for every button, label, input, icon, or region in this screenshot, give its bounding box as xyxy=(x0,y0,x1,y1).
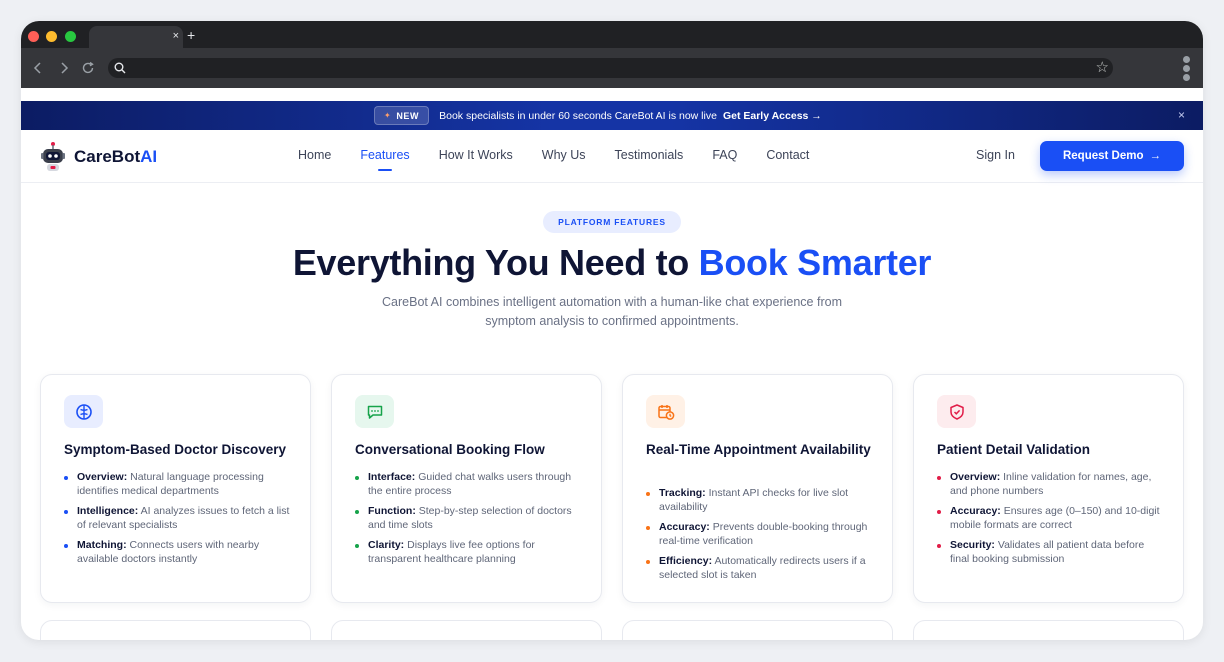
section-pill: PLATFORM FEATURES xyxy=(543,211,681,233)
new-badge-label: NEW xyxy=(396,110,420,121)
bullet-icon xyxy=(646,492,650,496)
feature-list-item: Efficiency: Automatically redirects user… xyxy=(646,555,874,582)
site-header: CareBotAI Home Features How It Works Why… xyxy=(21,130,1203,183)
feature-card: Symptom-Based Doctor Discovery Overview: … xyxy=(40,374,311,603)
feature-item-key: Intelligence: xyxy=(77,505,139,517)
feature-list-item: Tracking: Instant API checks for live sl… xyxy=(646,487,874,514)
browser-window: × + ☆ ✦ NEW Book specialists in under 60… xyxy=(21,21,1203,640)
feature-card-partial xyxy=(40,620,311,640)
bullet-icon xyxy=(64,476,68,480)
feature-list-item: Interface: Guided chat walks users throu… xyxy=(355,471,583,498)
logo[interactable]: CareBotAI xyxy=(39,141,157,173)
early-access-link[interactable]: Get Early Access → xyxy=(723,110,822,122)
feature-item-key: Overview: xyxy=(950,471,1001,483)
feature-card-partial xyxy=(913,620,1184,640)
feature-list: Overview: Natural language processing id… xyxy=(64,471,292,573)
arrow-right-icon: → xyxy=(1149,150,1162,162)
nav-faq[interactable]: FAQ xyxy=(712,148,737,162)
browser-toolbar: ☆ xyxy=(21,48,1203,88)
feature-item-key: Tracking: xyxy=(659,487,706,499)
feature-list-item: Clarity: Displays live fee options for t… xyxy=(355,539,583,566)
tab-strip: × + xyxy=(21,21,1203,48)
bullet-icon xyxy=(355,510,359,514)
feature-item-key: Efficiency: xyxy=(659,555,713,567)
feature-item-key: Matching: xyxy=(77,539,127,551)
bullet-icon xyxy=(646,560,650,564)
main-nav: Home Features How It Works Why Us Testim… xyxy=(298,148,838,171)
feature-item-key: Function: xyxy=(368,505,416,517)
feature-list-item: Matching: Connects users with nearby ava… xyxy=(64,539,292,566)
feature-list: Tracking: Instant API checks for live sl… xyxy=(646,487,874,589)
bullet-icon xyxy=(355,544,359,548)
page-title: Everything You Need to Book Smarter xyxy=(292,242,932,283)
nav-contact[interactable]: Contact xyxy=(766,148,809,162)
nav-testimonials[interactable]: Testimonials xyxy=(615,148,684,162)
bullet-icon xyxy=(937,476,941,480)
feature-item-key: Accuracy: xyxy=(950,505,1001,517)
nav-how-it-works[interactable]: How It Works xyxy=(439,148,513,162)
bullet-icon xyxy=(937,544,941,548)
feature-card: Conversational Booking Flow Interface: Gu… xyxy=(331,374,602,603)
feature-item-key: Overview: xyxy=(77,471,128,483)
request-demo-button[interactable]: Request Demo → xyxy=(1040,141,1184,171)
viewport-top xyxy=(21,88,1203,101)
brain-icon xyxy=(64,395,103,428)
bullet-icon xyxy=(64,510,68,514)
minimize-window-button[interactable] xyxy=(46,31,57,42)
feature-list: Overview: Inline validation for names, a… xyxy=(937,471,1165,573)
party-icon: ✦ xyxy=(384,111,392,120)
feature-card-partial xyxy=(331,620,602,640)
address-bar[interactable]: ☆ xyxy=(108,58,1113,78)
maximize-window-button[interactable] xyxy=(65,31,76,42)
chat-icon xyxy=(355,395,394,428)
feature-list-item: Overview: Natural language processing id… xyxy=(64,471,292,498)
logo-text: CareBotAI xyxy=(74,147,158,166)
reload-icon[interactable] xyxy=(80,60,96,76)
feature-card-title: Patient Detail Validation xyxy=(937,442,1091,457)
feature-list: Interface: Guided chat walks users throu… xyxy=(355,471,583,573)
feature-list-item: Function: Step-by-step selection of doct… xyxy=(355,505,583,532)
feature-card: Real-Time Appointment Availability Tracki… xyxy=(622,374,893,603)
banner-close-icon[interactable]: × xyxy=(1178,108,1185,122)
nav-why-us[interactable]: Why Us xyxy=(542,148,586,162)
bullet-icon xyxy=(937,510,941,514)
announcement-banner: ✦ NEW Book specialists in under 60 secon… xyxy=(21,101,1203,130)
feature-item-key: Accuracy: xyxy=(659,521,710,533)
feature-card-title: Real-Time Appointment Availability xyxy=(646,442,871,457)
feature-list-item: Overview: Inline validation for names, a… xyxy=(937,471,1165,498)
request-demo-label: Request Demo xyxy=(1062,150,1144,162)
feature-item-key: Clarity: xyxy=(368,539,405,551)
calendar-clock-icon xyxy=(646,395,685,428)
nav-home[interactable]: Home xyxy=(298,148,331,162)
tab-close-icon[interactable]: × xyxy=(173,29,179,43)
feature-card-title: Conversational Booking Flow xyxy=(355,442,545,457)
feature-item-key: Interface: xyxy=(368,471,416,483)
feature-list-item: Intelligence: AI analyzes issues to fetc… xyxy=(64,505,292,532)
shield-check-icon xyxy=(937,395,976,428)
close-window-button[interactable] xyxy=(28,31,39,42)
page-subtitle: CareBot AI combines intelligent automati… xyxy=(382,295,842,328)
browser-menu-icon[interactable] xyxy=(1183,56,1191,82)
bullet-icon xyxy=(355,476,359,480)
feature-list-item: Security: Validates all patient data bef… xyxy=(937,539,1165,566)
new-tab-button[interactable]: + xyxy=(187,27,195,43)
feature-item-key: Security: xyxy=(950,539,995,551)
sign-in-link[interactable]: Sign In xyxy=(976,148,1015,162)
forward-icon[interactable] xyxy=(56,60,72,76)
search-icon xyxy=(112,60,128,76)
feature-card-title: Symptom-Based Doctor Discovery xyxy=(64,442,287,457)
banner-text: Book specialists in under 60 seconds Car… xyxy=(439,109,717,122)
new-badge: ✦ NEW xyxy=(374,106,430,125)
bullet-icon xyxy=(646,526,650,530)
feature-list-item: Accuracy: Prevents double-booking throug… xyxy=(646,521,874,548)
bullet-icon xyxy=(64,544,68,548)
bookmark-star-icon[interactable]: ☆ xyxy=(1096,59,1109,77)
feature-card-partial xyxy=(622,620,893,640)
nav-features[interactable]: Features xyxy=(360,148,410,171)
feature-list-item: Accuracy: Ensures age (0–150) and 10-dig… xyxy=(937,505,1165,532)
robot-logo-icon xyxy=(41,142,65,171)
browser-tab[interactable]: × xyxy=(89,26,183,48)
feature-card: Patient Detail Validation Overview: Inlin… xyxy=(913,374,1184,603)
back-icon[interactable] xyxy=(30,60,46,76)
